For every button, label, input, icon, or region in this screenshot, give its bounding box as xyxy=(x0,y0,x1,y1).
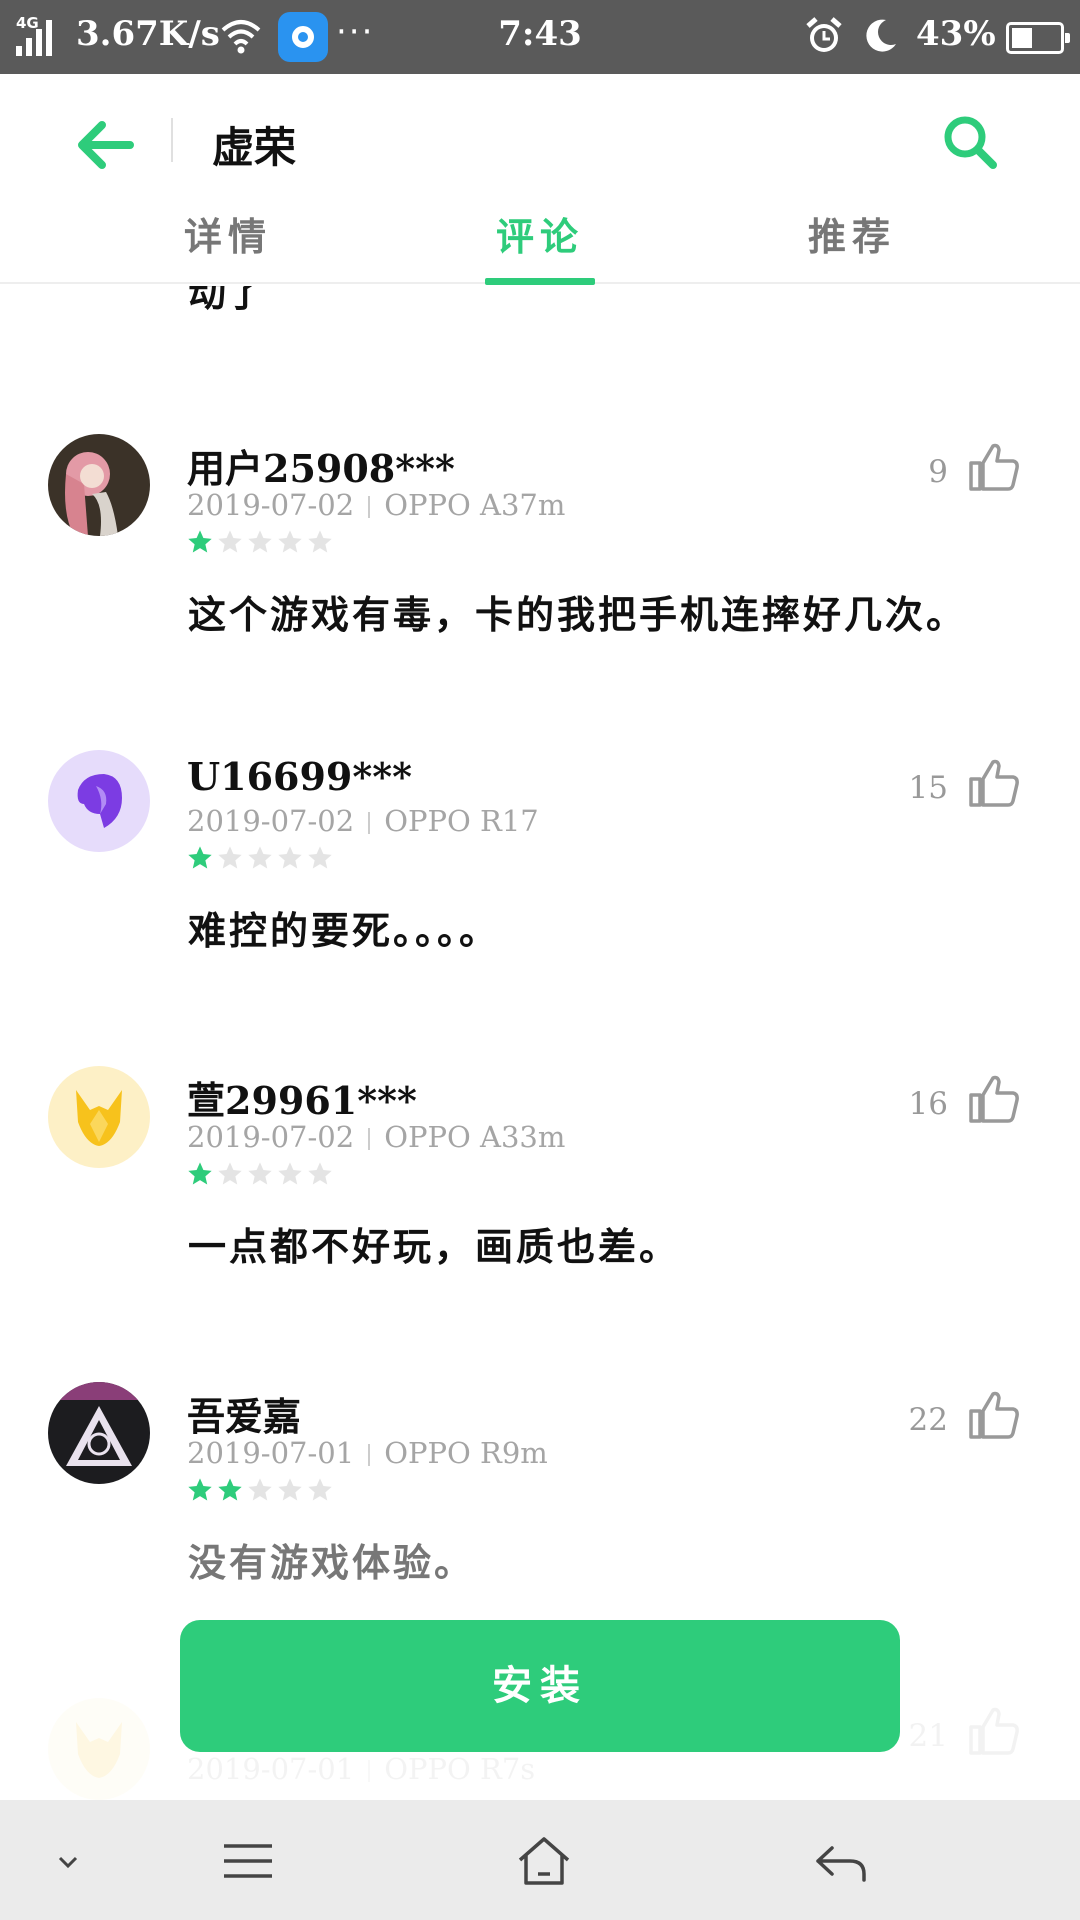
review-meta: 2019-07-01 OPPO R7s xyxy=(187,1752,535,1786)
review-date: 2019-07-01 xyxy=(187,1436,355,1470)
review-username: 吾爱嘉 xyxy=(187,1394,302,1439)
review-comment: 一点都不好玩，画质也差。 xyxy=(188,1224,681,1269)
review-comment: 难控的要死。。。。 xyxy=(188,908,501,953)
review-meta: 2019-07-01 OPPO R9m xyxy=(187,1436,548,1470)
review-device: OPPO A33m xyxy=(384,1120,566,1154)
star-icon xyxy=(188,846,212,869)
review-device: OPPO R7s xyxy=(384,1752,536,1786)
star-icon xyxy=(308,530,332,553)
star-icon xyxy=(188,1478,212,1501)
battery-percentage: 43% xyxy=(916,14,996,54)
review-meta: 2019-07-02 OPPO A33m xyxy=(187,1120,565,1154)
app-header: 虚荣 详情 评论 推荐 xyxy=(0,74,1080,285)
review-item: 萱29961*** 2019-07-02 OPPO A33m 16 一点都不好玩，… xyxy=(0,1066,1080,1382)
review-comment: 没有游戏体验。 xyxy=(188,1540,476,1585)
review-device: OPPO A37m xyxy=(384,488,566,522)
star-icon xyxy=(248,530,272,553)
star-icon xyxy=(218,1162,242,1185)
review-device: OPPO R17 xyxy=(384,804,539,838)
page-title: 虚荣 xyxy=(212,123,297,172)
like-count: 22 xyxy=(908,1402,948,1438)
star-rating xyxy=(186,1476,336,1504)
review-item: U16699*** 2019-07-02 OPPO R17 15 难控的要死。。。… xyxy=(0,750,1080,1066)
header-divider xyxy=(171,118,173,162)
avatar[interactable] xyxy=(48,1066,150,1168)
star-icon xyxy=(248,1162,272,1185)
review-device: OPPO R9m xyxy=(384,1436,548,1470)
chevron-down-icon[interactable] xyxy=(38,1836,98,1886)
avatar[interactable] xyxy=(48,1382,150,1484)
menu-icon[interactable] xyxy=(218,1836,278,1886)
tab-comments[interactable]: 评论 xyxy=(440,206,640,261)
tab-recommend[interactable]: 推荐 xyxy=(752,206,952,261)
avatar[interactable] xyxy=(48,750,150,852)
partial-comment-text: 动了 xyxy=(188,286,265,315)
star-icon xyxy=(278,1478,302,1501)
star-icon xyxy=(308,1162,332,1185)
star-icon xyxy=(188,1162,212,1185)
navigation-bar xyxy=(0,1800,1080,1920)
install-button[interactable]: 安装 xyxy=(180,1620,900,1752)
alarm-icon xyxy=(806,17,842,52)
star-icon xyxy=(218,530,242,553)
back-icon[interactable] xyxy=(810,1836,870,1886)
like-count: 16 xyxy=(908,1086,948,1122)
star-rating xyxy=(186,1160,336,1188)
review-date: 2019-07-02 xyxy=(187,804,355,838)
star-rating xyxy=(186,844,336,872)
star-icon xyxy=(278,1162,302,1185)
star-icon xyxy=(218,1478,242,1501)
home-icon[interactable] xyxy=(514,1836,574,1886)
tab-bar: 详情 评论 推荐 xyxy=(0,206,1080,285)
review-comment: 这个游戏有毒，卡的我把手机连摔好几次。 xyxy=(188,592,968,637)
tab-active-indicator xyxy=(485,278,595,285)
review-item: 用户25908*** 2019-07-02 OPPO A37m 9 这个游戏有毒，… xyxy=(0,434,1080,750)
back-arrow-icon[interactable] xyxy=(72,114,138,176)
search-icon[interactable] xyxy=(940,112,1000,172)
review-username: U16699*** xyxy=(187,754,412,799)
thumbs-up-icon[interactable] xyxy=(968,442,1020,492)
star-icon xyxy=(308,1478,332,1501)
comment-list[interactable]: 动了 用户25908*** 2019-07-02 OPPO A37m 9 这个游戏… xyxy=(0,286,1080,1800)
review-meta: 2019-07-02 OPPO A37m xyxy=(187,488,565,522)
thumbs-up-icon[interactable] xyxy=(968,758,1020,808)
avatar[interactable] xyxy=(48,1698,150,1800)
battery-icon xyxy=(1006,22,1070,54)
review-meta: 2019-07-02 OPPO R17 xyxy=(187,804,539,838)
avatar[interactable] xyxy=(48,434,150,536)
thumbs-up-icon[interactable] xyxy=(968,1390,1020,1440)
review-username: 用户25908*** xyxy=(187,446,455,491)
tab-details[interactable]: 详情 xyxy=(128,206,328,261)
thumbs-up-icon[interactable] xyxy=(968,1706,1020,1756)
review-date: 2019-07-01 xyxy=(187,1752,355,1786)
star-icon xyxy=(278,530,302,553)
star-icon xyxy=(248,846,272,869)
star-icon xyxy=(278,846,302,869)
review-date: 2019-07-02 xyxy=(187,488,355,522)
star-icon xyxy=(188,530,212,553)
review-date: 2019-07-02 xyxy=(187,1120,355,1154)
moon-icon xyxy=(866,19,896,52)
star-icon xyxy=(218,846,242,869)
like-count: 9 xyxy=(928,454,948,490)
like-count: 15 xyxy=(908,770,948,806)
thumbs-up-icon[interactable] xyxy=(968,1074,1020,1124)
review-username: 萱29961*** xyxy=(187,1078,417,1123)
status-bar: 4G 3.67K/s ··· 7:43 43% xyxy=(0,0,1080,74)
star-rating xyxy=(186,528,336,556)
star-icon xyxy=(248,1478,272,1501)
star-icon xyxy=(308,846,332,869)
